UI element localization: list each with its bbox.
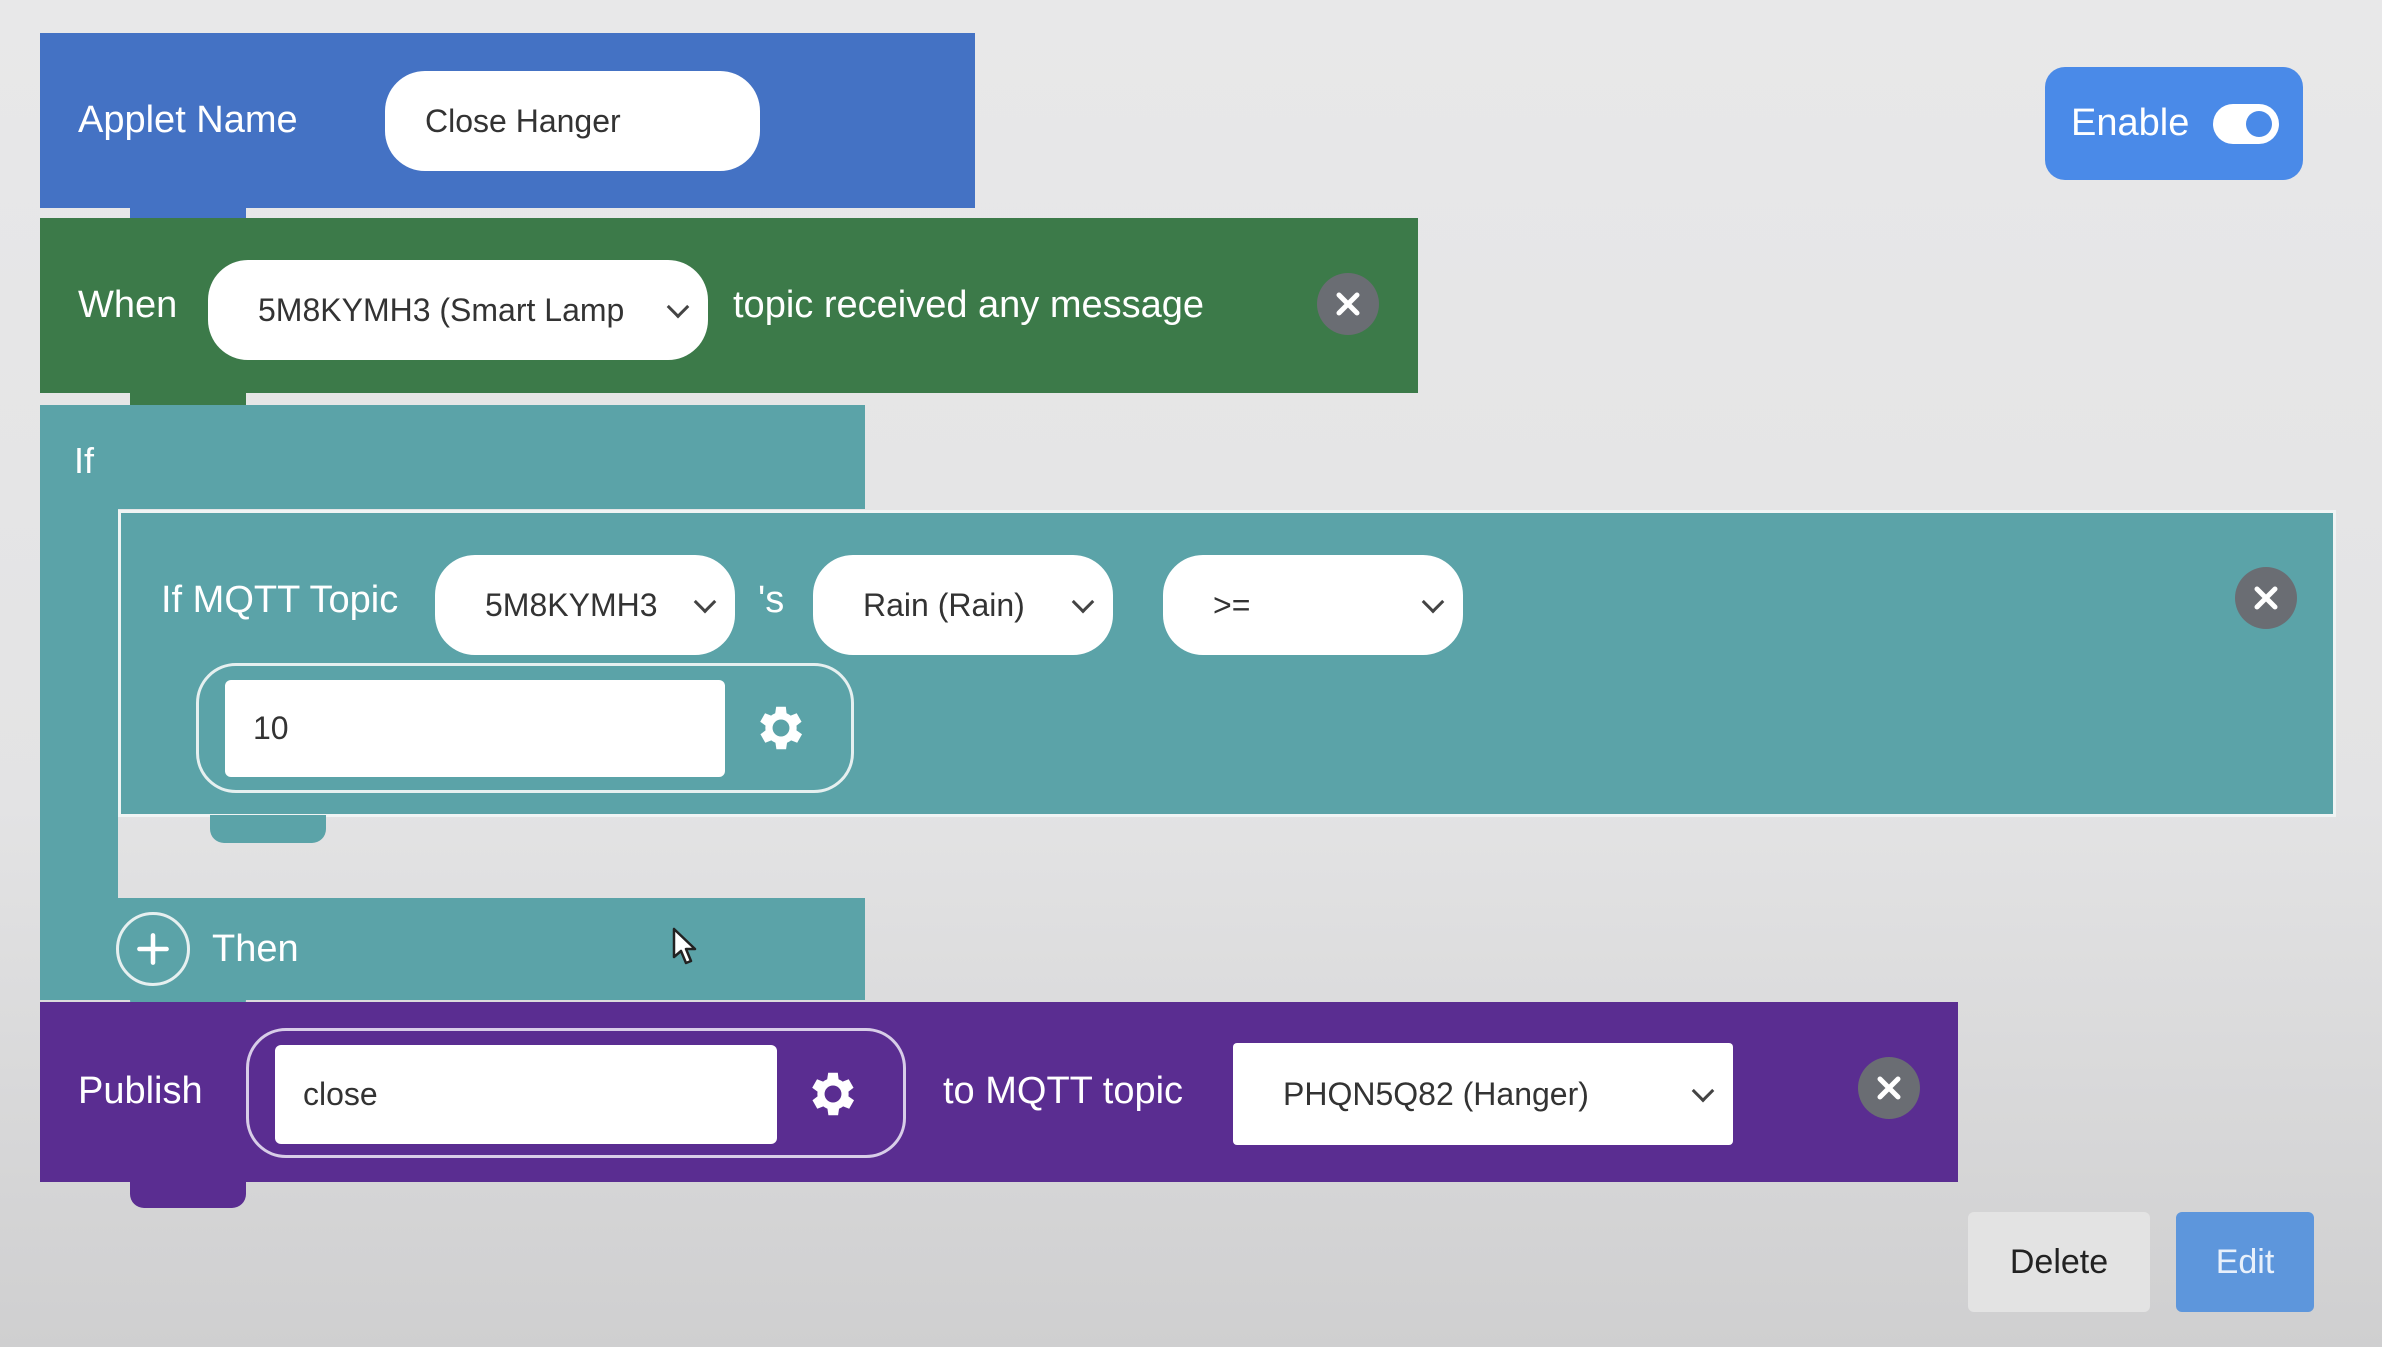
applet-name-label: Applet Name	[78, 99, 298, 141]
plus-icon	[137, 933, 169, 965]
condition-value-group: 10	[196, 663, 854, 793]
condition-device-value: 5M8KYMH3	[485, 586, 658, 623]
applet-name-value: Close Hanger	[425, 102, 621, 139]
close-icon	[1877, 1076, 1901, 1100]
gear-icon[interactable]	[752, 699, 810, 757]
trigger-block: When 5M8KYMH3 (Smart Lamp topic received…	[40, 218, 1418, 393]
chevron-down-icon	[1691, 1079, 1715, 1103]
edit-button[interactable]: Edit	[2176, 1212, 2314, 1312]
publish-topic-select[interactable]: PHQN5Q82 (Hanger)	[1233, 1043, 1733, 1145]
trigger-device-select[interactable]: 5M8KYMH3 (Smart Lamp	[208, 260, 708, 360]
publish-message-input[interactable]: close	[275, 1045, 777, 1144]
condition-value-input[interactable]: 10	[225, 680, 725, 777]
delete-button[interactable]: Delete	[1968, 1212, 2150, 1312]
if-block-header	[40, 405, 865, 509]
condition-connector	[210, 815, 326, 843]
trigger-remove-button[interactable]	[1317, 273, 1379, 335]
toggle-knob	[2246, 111, 2272, 137]
condition-value-text: 10	[253, 710, 289, 746]
applet-name-input[interactable]: Close Hanger	[385, 71, 760, 171]
publish-label: Publish	[78, 1070, 203, 1112]
trigger-text: topic received any message	[733, 284, 1205, 326]
condition-device-select[interactable]: 5M8KYMH3	[435, 555, 735, 655]
publish-remove-button[interactable]	[1858, 1057, 1920, 1119]
trigger-device-value: 5M8KYMH3 (Smart Lamp	[258, 291, 625, 328]
then-label: Then	[212, 928, 299, 970]
close-icon	[2254, 586, 2278, 610]
condition-operator-select[interactable]: >=	[1163, 555, 1463, 655]
publish-to-label: to MQTT topic	[943, 1070, 1184, 1112]
condition-field-select[interactable]: Rain (Rain)	[813, 555, 1113, 655]
edit-label: Edit	[2215, 1242, 2275, 1281]
publish-message-group: close	[246, 1028, 906, 1158]
condition-block: If MQTT Topic 5M8KYMH3 's Rain (Rain) >=…	[118, 510, 2336, 817]
enable-label: Enable	[2071, 102, 2190, 144]
publish-connector	[130, 1180, 246, 1208]
publish-block: Publish close to MQTT topic PHQN5Q82 (Ha…	[40, 1002, 1958, 1182]
condition-label: If MQTT Topic	[161, 579, 399, 621]
delete-label: Delete	[2009, 1242, 2109, 1281]
if-block-left-rail	[40, 505, 118, 902]
close-icon	[1336, 292, 1360, 316]
gear-icon[interactable]	[804, 1065, 862, 1123]
mouse-cursor-icon	[672, 927, 697, 965]
applet-name-block: Applet Name Close Hanger	[40, 33, 975, 208]
chevron-down-icon	[666, 295, 690, 319]
then-row: Then	[40, 898, 865, 1000]
enable-toggle-button[interactable]: Enable	[2045, 67, 2303, 180]
if-label: If	[74, 440, 95, 481]
publish-message-value: close	[303, 1076, 378, 1112]
condition-possessive: 's	[758, 579, 785, 621]
trigger-label: When	[78, 284, 178, 326]
condition-remove-button[interactable]	[2235, 567, 2297, 629]
chevron-down-icon	[693, 590, 717, 614]
publish-topic-value: PHQN5Q82 (Hanger)	[1283, 1075, 1589, 1112]
add-then-button[interactable]	[116, 912, 190, 986]
toggle-switch[interactable]	[2213, 104, 2279, 144]
